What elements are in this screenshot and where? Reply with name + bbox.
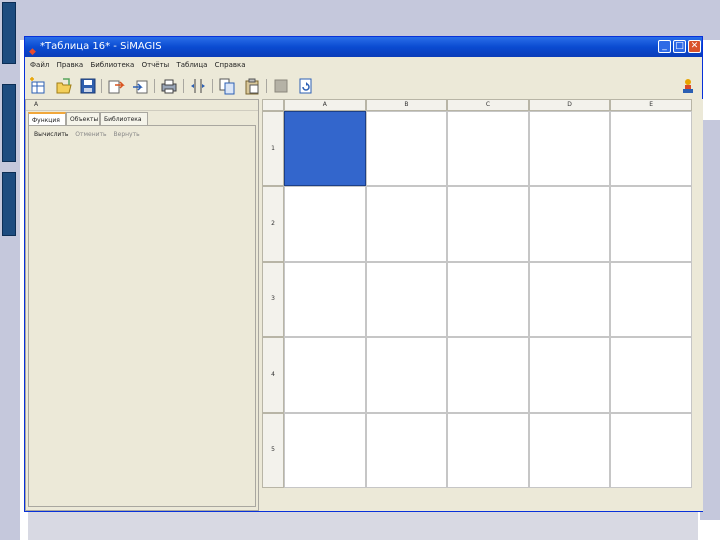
grid-cell[interactable] [447,412,529,488]
grid-cell[interactable] [610,412,692,488]
minimize-button[interactable]: _ [658,40,671,53]
grid-cell[interactable] [284,337,366,413]
compute-button[interactable]: Вычислить [34,131,68,138]
grid-cell[interactable] [284,186,366,262]
grid-cell[interactable] [447,186,529,262]
help-icon[interactable] [679,77,697,95]
row-header[interactable]: 1 [262,111,284,187]
slide-band-right [700,120,720,520]
menu-file[interactable]: Файл [30,57,49,73]
paste-icon[interactable] [243,77,261,95]
grid-cell[interactable] [365,412,448,488]
grid-cell[interactable] [528,412,611,488]
row-header[interactable]: 5 [262,412,284,488]
grid-cell[interactable] [447,111,529,187]
toolbar [25,73,702,99]
grid-cell[interactable] [284,412,366,488]
save-icon[interactable] [79,77,97,95]
import-icon[interactable] [107,77,125,95]
close-button[interactable]: ✕ [688,40,701,53]
row-header[interactable]: 3 [262,261,284,338]
grid-cell[interactable] [284,111,366,187]
toolbar-separator [183,79,184,93]
row-header[interactable]: 4 [262,337,284,413]
tab-function[interactable]: Функция [28,112,66,125]
columns-icon[interactable] [189,77,207,95]
copy-icon[interactable] [218,77,236,95]
tab-library[interactable]: Библиотека [100,112,148,125]
open-icon[interactable] [55,77,73,95]
function-panel: А Функция Объекты Библиотека Вычислить О… [25,99,259,511]
maximize-button[interactable]: □ [673,40,686,53]
row-header-label: 1 [271,144,275,152]
menu-library[interactable]: Библиотека [90,57,134,73]
delete-icon[interactable] [272,77,290,95]
print-icon[interactable] [160,77,178,95]
slide-accent-bar [2,172,16,236]
grid-cell[interactable] [365,337,448,413]
column-header[interactable]: B [365,99,448,111]
menu-bar: Файл Правка Библиотека Отчёты Таблица Сп… [25,57,702,73]
grid-cell[interactable] [365,261,448,338]
grid-cell[interactable] [365,186,448,262]
column-header[interactable]: E [610,99,692,111]
menu-edit[interactable]: Правка [57,57,84,73]
tab-objects[interactable]: Объекты [66,112,100,125]
export-icon[interactable] [131,77,149,95]
grid-cell[interactable] [610,186,692,262]
toolbar-separator [212,79,213,93]
grid-cell[interactable] [447,261,529,338]
grid-cell[interactable] [610,337,692,413]
slide-accent-bar [2,2,16,64]
grid-cell[interactable] [528,337,611,413]
slide-accent-bar [2,84,16,162]
row-header-label: 4 [271,370,275,378]
toolbar-separator [266,79,267,93]
grid-cell[interactable] [284,261,366,338]
sub-tabs: Вычислить Отменить Вернуть [34,131,145,138]
column-header[interactable]: A [284,99,366,111]
table-grid: ABCDE 1 2 3 4 5 [262,99,703,511]
column-header[interactable]: C [447,99,529,111]
title-bar[interactable]: ◆ *Таблица 16* - SiMAGIS _ □ ✕ [25,37,702,57]
new-table-icon[interactable] [29,77,47,95]
menu-help[interactable]: Справка [215,57,246,73]
row-header-label: 3 [271,295,275,303]
grid-cell[interactable] [447,337,529,413]
panel-header: А [26,100,258,111]
grid-corner[interactable] [262,99,284,111]
slide-band-top [0,0,720,40]
column-header[interactable]: D [528,99,611,111]
grid-cell[interactable] [610,261,692,338]
toolbar-separator [101,79,102,93]
window-title: *Таблица 16* - SiMAGIS [40,41,162,52]
row-header[interactable]: 2 [262,186,284,262]
grid-cell[interactable] [365,111,448,187]
grid-cell[interactable] [610,111,692,187]
slide-band-left [0,0,20,540]
slide-footer [28,512,698,540]
redo-button[interactable]: Вернуть [114,131,140,138]
row-header-label: 2 [271,220,275,228]
grid-cell[interactable] [528,111,611,187]
toolbar-separator [154,79,155,93]
refresh-icon[interactable] [297,77,315,95]
app-window: ◆ *Таблица 16* - SiMAGIS _ □ ✕ Файл Прав… [24,36,703,512]
grid-cell[interactable] [528,186,611,262]
grid-cell[interactable] [528,261,611,338]
row-header-label: 5 [271,446,275,454]
menu-table[interactable]: Таблица [176,57,207,73]
tab-content: Вычислить Отменить Вернуть [28,125,256,507]
undo-button[interactable]: Отменить [75,131,106,138]
menu-reports[interactable]: Отчёты [142,57,170,73]
